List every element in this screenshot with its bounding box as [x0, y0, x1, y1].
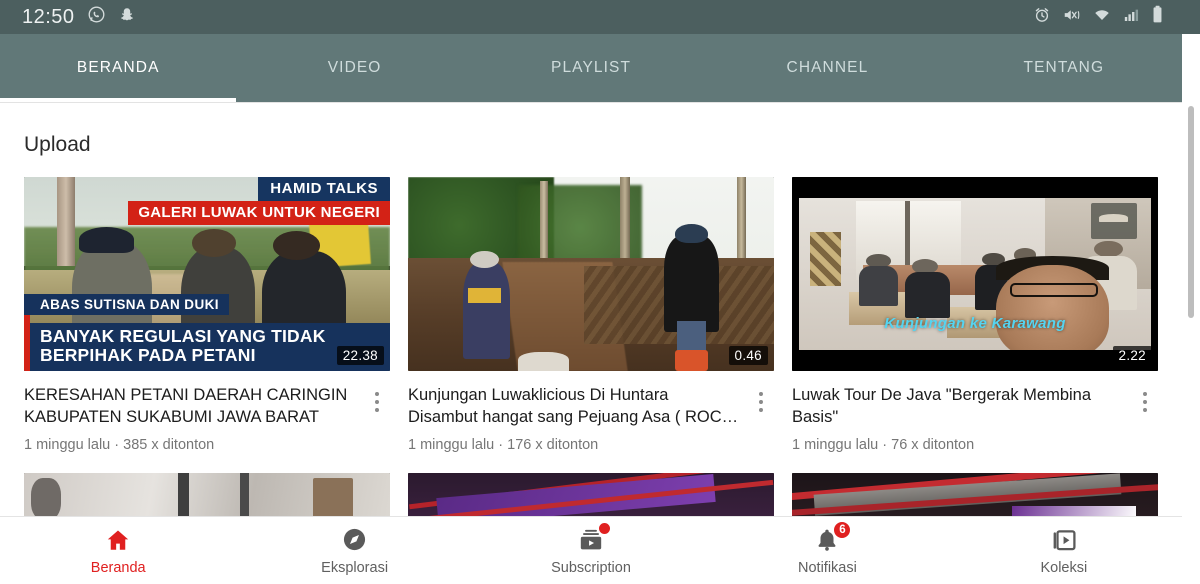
video-meta: 1 minggu lalu · 385 x ditonton	[24, 436, 215, 453]
video-title[interactable]: Luwak Tour De Java "Bergerak Membina Bas…	[792, 385, 1124, 429]
nav-item-beranda[interactable]: Beranda	[0, 526, 236, 576]
nav-label-eksplorasi: Eksplorasi	[321, 559, 389, 576]
bell-icon: 6	[812, 520, 852, 554]
subscriptions-icon	[576, 521, 612, 554]
nav-label-subscription: Subscription	[551, 559, 631, 576]
nav-item-eksplorasi[interactable]: Eksplorasi	[236, 526, 472, 576]
thumbnail-badge-top: HAMID TALKS	[258, 177, 390, 201]
vertical-scrollbar-track[interactable]	[1182, 34, 1200, 584]
channel-tab-bar: BERANDA VIDEO PLAYLIST CHANNEL TENTANG	[0, 34, 1182, 102]
tab-video[interactable]: VIDEO	[236, 34, 472, 102]
video-overflow-menu-icon[interactable]	[364, 385, 390, 419]
video-grid: HAMID TALKS GALERI LUWAK UNTUK NEGERI AB…	[0, 177, 1182, 453]
wifi-icon	[1092, 6, 1112, 29]
video-meta-text: KERESAHAN PETANI DAERAH CARINGIN KABUPAT…	[24, 385, 364, 453]
video-title[interactable]: KERESAHAN PETANI DAERAH CARINGIN KABUPAT…	[24, 385, 356, 429]
video-title[interactable]: Kunjungan Luwaklicious Di Huntara Disamb…	[408, 385, 740, 429]
home-icon	[103, 526, 133, 554]
thumbnail-watermark-icon	[1090, 202, 1137, 240]
vibrate-mute-icon	[1062, 6, 1081, 29]
status-bar-left: 12:50	[22, 5, 136, 29]
tab-channel[interactable]: CHANNEL	[709, 34, 945, 102]
content-area: Upload HAMID TALKS GALERI LUWAK UNTUK NE…	[0, 102, 1182, 584]
tab-beranda[interactable]: BERANDA	[0, 34, 237, 102]
video-thumbnail[interactable]: 0.46	[408, 177, 774, 371]
video-meta: 1 minggu lalu · 76 x ditonton	[792, 436, 975, 453]
thumbnail-badge-red: GALERI LUWAK UNTUK NEGERI	[128, 201, 390, 225]
whatsapp-icon	[87, 5, 106, 29]
thumbnail-headline: BANYAK REGULASI YANG TIDAK BERPIHAK PADA…	[24, 322, 390, 371]
video-meta: 1 minggu lalu · 176 x ditonton	[408, 436, 599, 453]
status-bar-right	[1033, 5, 1186, 29]
video-duration: 2.22	[1112, 346, 1152, 365]
nav-label-beranda: Beranda	[90, 559, 146, 576]
nav-item-subscription[interactable]: Subscription	[473, 521, 709, 576]
thumbnail-art: Kunjungan ke Karawang	[792, 177, 1158, 371]
video-card[interactable]: HAMID TALKS GALERI LUWAK UNTUK NEGERI AB…	[24, 177, 390, 453]
snapchat-icon	[118, 6, 136, 29]
library-icon	[1049, 526, 1079, 554]
tab-tentang[interactable]: TENTANG	[946, 34, 1182, 102]
nav-item-koleksi[interactable]: Koleksi	[946, 526, 1182, 576]
app-screen: 12:50 BERANDA VIDEO PLAYLIST CHANNEL TEN…	[0, 0, 1200, 584]
section-title-upload: Upload	[24, 133, 91, 156]
thumbnail-art	[408, 177, 774, 371]
video-overflow-menu-icon[interactable]	[1132, 385, 1158, 419]
video-thumbnail[interactable]: Kunjungan ke Karawang 2.22	[792, 177, 1158, 371]
status-clock: 12:50	[22, 5, 75, 28]
nav-label-koleksi: Koleksi	[1040, 559, 1088, 576]
tab-playlist[interactable]: PLAYLIST	[473, 34, 709, 102]
nav-label-notifikasi: Notifikasi	[798, 559, 857, 576]
video-card[interactable]: Kunjungan ke Karawang 2.22 Luwak Tour De…	[792, 177, 1158, 453]
thumbnail-caption: Kunjungan ke Karawang	[884, 314, 1066, 332]
thumbnail-name-bar: ABAS SUTISNA DAN DUKI	[24, 294, 229, 315]
video-meta-row: KERESAHAN PETANI DAERAH CARINGIN KABUPAT…	[24, 371, 390, 453]
status-bar: 12:50	[0, 0, 1200, 34]
video-overflow-menu-icon[interactable]	[748, 385, 774, 419]
bottom-navigation-bar: Beranda Eksplorasi Subscription 6 Notifi…	[0, 516, 1182, 584]
signal-icon	[1123, 7, 1140, 28]
video-duration: 0.46	[728, 346, 768, 365]
video-meta-text: Luwak Tour De Java "Bergerak Membina Bas…	[792, 385, 1132, 453]
battery-icon	[1151, 5, 1164, 29]
compass-icon	[340, 526, 370, 554]
vertical-scrollbar-thumb[interactable]	[1188, 106, 1194, 318]
subscription-badge-dot	[598, 521, 612, 535]
thumbnail-accent-bar	[24, 315, 30, 371]
video-meta-row: Luwak Tour De Java "Bergerak Membina Bas…	[792, 371, 1158, 453]
video-card[interactable]: 0.46 Kunjungan Luwaklicious Di Huntara D…	[408, 177, 774, 453]
video-duration: 22.38	[336, 346, 384, 365]
video-meta-row: Kunjungan Luwaklicious Di Huntara Disamb…	[408, 371, 774, 453]
nav-item-notifikasi[interactable]: 6 Notifikasi	[709, 520, 945, 576]
video-meta-text: Kunjungan Luwaklicious Di Huntara Disamb…	[408, 385, 748, 453]
notification-badge: 6	[833, 520, 852, 539]
alarm-icon	[1033, 6, 1051, 29]
video-thumbnail[interactable]: HAMID TALKS GALERI LUWAK UNTUK NEGERI AB…	[24, 177, 390, 371]
